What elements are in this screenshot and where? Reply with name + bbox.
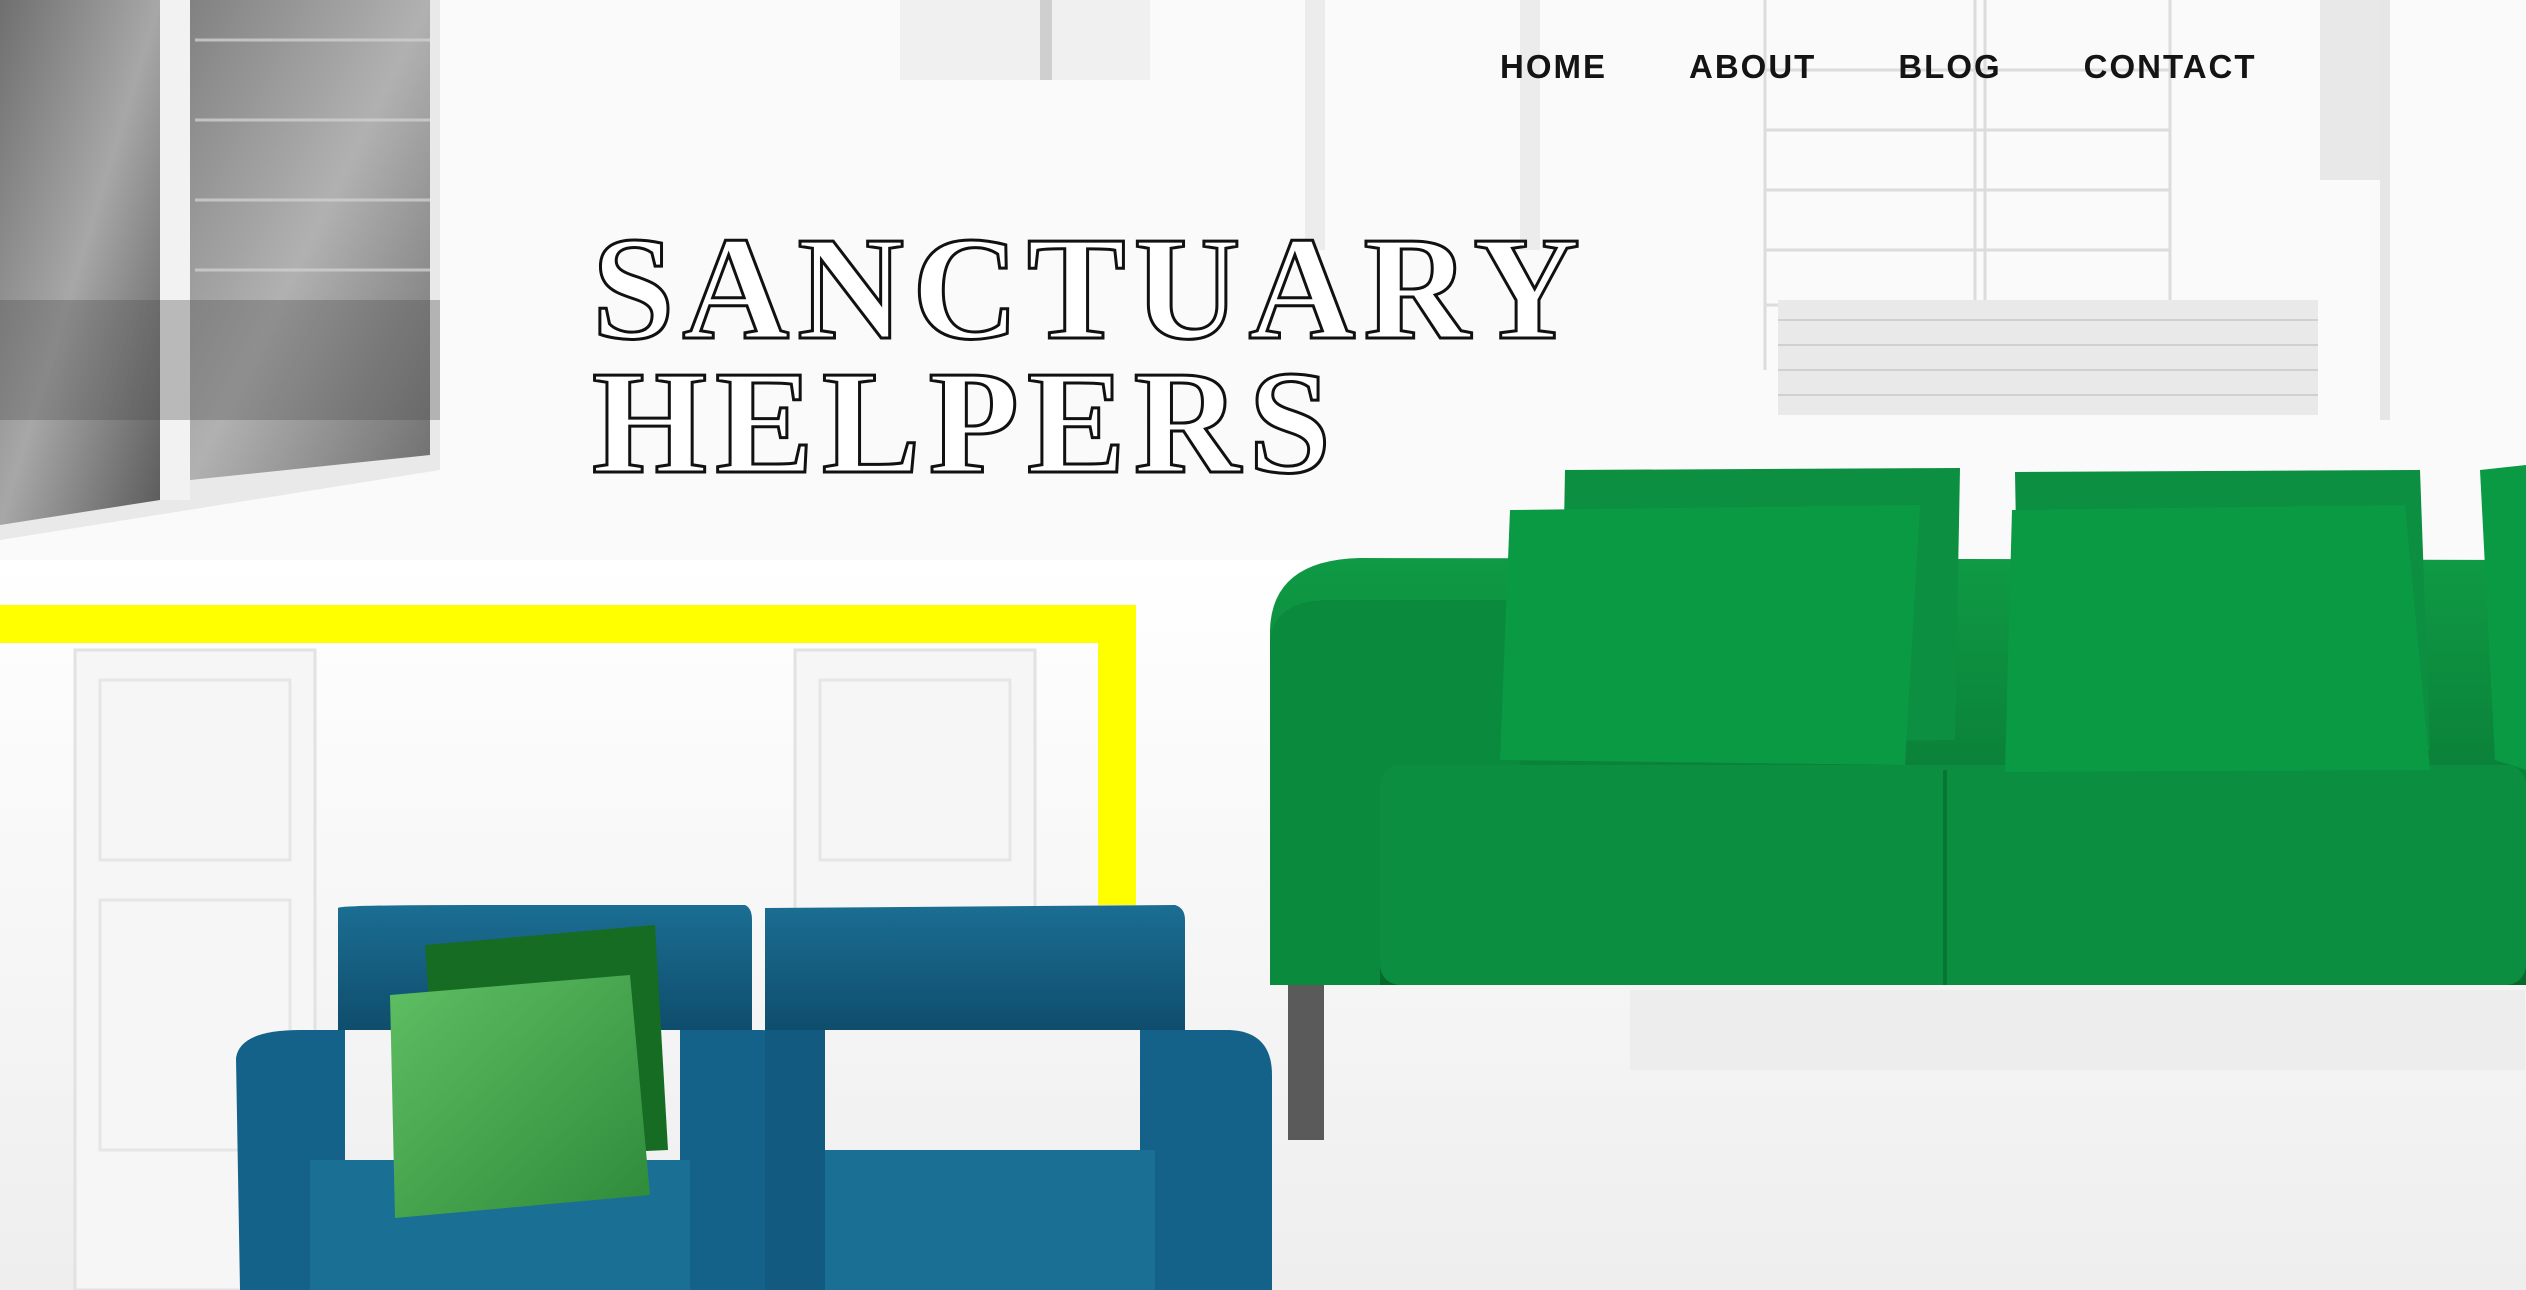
brand-title-line-2: HELPERS [591,341,1339,505]
brand-title: SANCTUARY HELPERS [591,207,1588,505]
hero-background-image [0,0,2526,1290]
brand-title-line-1: SANCTUARY [591,207,1588,371]
main-nav: HOME ABOUT BLOG CONTACT [1500,48,2257,86]
nav-link-home[interactable]: HOME [1500,48,1607,86]
nav-link-contact[interactable]: CONTACT [2084,48,2257,86]
nav-link-blog[interactable]: BLOG [1898,48,2001,86]
nav-link-about[interactable]: ABOUT [1689,48,1816,86]
hero-section: HOME ABOUT BLOG CONTACT SANCTUARY HELPER… [0,0,2526,1290]
